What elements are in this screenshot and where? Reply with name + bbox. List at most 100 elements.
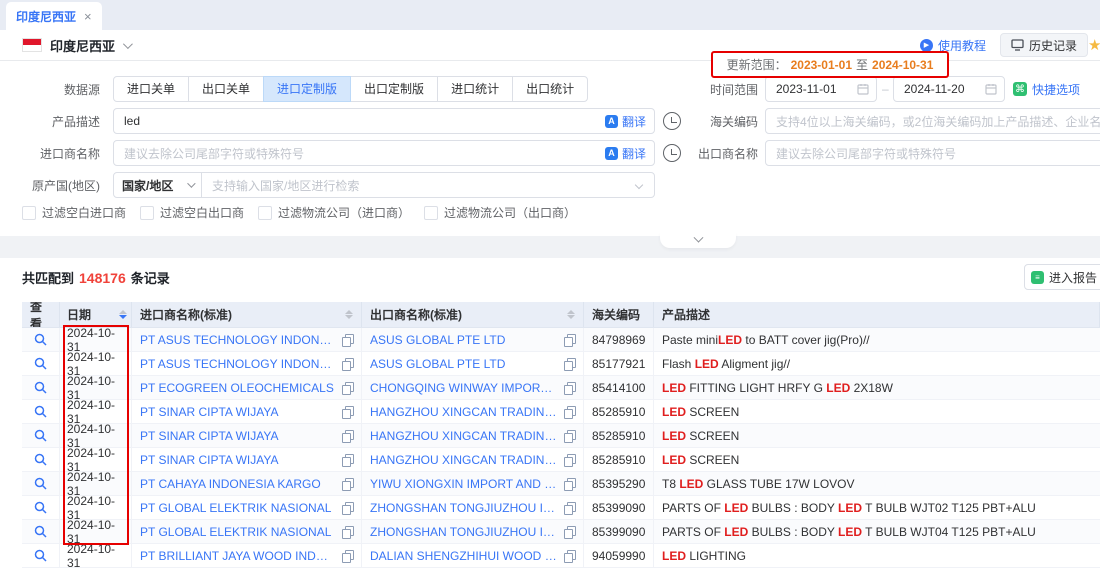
copy-icon[interactable] [342,430,353,442]
close-icon[interactable]: × [84,9,92,24]
history-button[interactable]: 历史记录 [1000,33,1088,57]
copy-icon[interactable] [564,454,575,466]
copy-icon[interactable] [342,526,353,538]
importer-link[interactable]: PT GLOBAL ELEKTRIK NASIONAL [140,525,336,539]
copy-icon[interactable] [342,382,353,394]
copy-icon[interactable] [342,454,353,466]
copy-icon[interactable] [564,550,575,562]
importer-link[interactable]: PT CAHAYA INDONESIA KARGO [140,477,336,491]
star-icon[interactable]: ★ [1088,36,1100,54]
copy-icon[interactable] [564,430,575,442]
tab-import-custom[interactable]: 进口定制版 [263,76,351,102]
translate-button[interactable]: A 翻译 [605,141,646,165]
checkbox-filter-logistics-importer[interactable]: 过滤物流公司（进口商） [258,204,410,221]
exporter-link[interactable]: HANGZHOU XINGCAN TRADING CO LTD [370,429,558,443]
view-detail-icon[interactable] [34,453,47,466]
copy-icon[interactable] [564,406,575,418]
product-desc-input[interactable]: led A 翻译 [113,108,655,134]
view-cell [22,328,60,351]
translate-icon: A [605,115,618,128]
importer-link[interactable]: PT ASUS TECHNOLOGY INDONESIA BA... [140,357,336,371]
view-detail-icon[interactable] [34,405,47,418]
hs-code-input[interactable]: 支持4位以上海关编码，或2位海关编码加上产品描述、企业名称的任意信息 [765,108,1100,134]
sort-icon[interactable] [345,310,353,319]
copy-icon[interactable] [342,334,353,346]
tab-export-custom[interactable]: 出口定制版 [350,76,438,102]
copy-icon[interactable] [564,382,575,394]
exporter-link[interactable]: HANGZHOU XINGCAN TRADING CO LTD [370,453,558,467]
importer-link[interactable]: PT ASUS TECHNOLOGY INDONESIA BA... [140,333,336,347]
view-detail-icon[interactable] [34,477,47,490]
checkbox-filter-blank-importer[interactable]: 过滤空白进口商 [22,204,126,221]
translate-button[interactable]: A 翻译 [605,109,646,133]
header-importer[interactable]: 进口商名称(标准) [132,302,362,327]
header-exporter[interactable]: 出口商名称(标准) [362,302,584,327]
view-detail-icon[interactable] [34,525,47,538]
copy-icon[interactable] [564,478,575,490]
copy-icon[interactable] [342,406,353,418]
exporter-input[interactable]: 建议去除公司尾部字符或特殊符号 [765,140,1100,166]
copy-icon[interactable] [564,334,575,346]
importer-cell: PT SINAR CIPTA WIJAYA [132,400,362,423]
country-selector[interactable]: 印度尼西亚 [22,34,130,56]
view-detail-icon[interactable] [34,429,47,442]
importer-input[interactable]: 建议去除公司尾部字符或特殊符号 A 翻译 [113,140,655,166]
quick-options-button[interactable]: ⌘ 快捷选项 [1013,81,1080,98]
copy-icon[interactable] [342,502,353,514]
tab-indonesia[interactable]: 印度尼西亚 × [6,2,102,30]
sort-icon[interactable] [567,310,575,319]
chevron-down-icon [187,179,195,187]
monitor-icon [1011,39,1024,51]
header-date[interactable]: 日期 [60,302,132,327]
exporter-link[interactable]: ZHONGSHAN TONGJIUZHOU INTERNA... [370,501,558,515]
copy-icon[interactable] [564,358,575,370]
exporter-link[interactable]: HANGZHOU XINGCAN TRADING CO LTD [370,405,558,419]
collapse-form-handle[interactable] [660,232,736,248]
date-to-input[interactable]: 2024-11-20 [893,76,1005,102]
importer-link[interactable]: PT SINAR CIPTA WIJAYA [140,429,336,443]
date-cell: 2024-10-31 [60,352,132,375]
update-range-from: 2023-01-01 [791,58,852,72]
annotation-update-range: 更新范围： 2023-01-01 至 2024-10-31 [711,51,949,78]
results-panel: 共匹配到 148176 条记录 ≡ 进入报告 查看 日期 进口商名称(标准) 出… [0,258,1100,569]
importer-link[interactable]: PT ECOGREEN OLEOCHEMICALS [140,381,336,395]
hs-code-cell: 85399090 [584,520,654,543]
exporter-link[interactable]: ASUS GLOBAL PTE LTD [370,357,558,371]
origin-country-select[interactable]: 国家/地区 支持输入国家/地区进行检索 [113,172,655,198]
tab-import-declarations[interactable]: 进口关单 [113,76,189,102]
tab-export-declarations[interactable]: 出口关单 [188,76,264,102]
chevron-down-icon [123,39,133,49]
checkbox-filter-logistics-exporter[interactable]: 过滤物流公司（出口商） [424,204,576,221]
exporter-link[interactable]: CHONGQING WINWAY IMPORT AND E... [370,381,558,395]
chevron-down-icon [635,181,643,189]
view-detail-icon[interactable] [34,333,47,346]
report-icon: ≡ [1031,271,1044,284]
view-detail-icon[interactable] [34,357,47,370]
tab-export-statistics[interactable]: 出口统计 [512,76,588,102]
exporter-link[interactable]: YIWU XIONGXIN IMPORT AND EXPORT... [370,477,558,491]
copy-icon[interactable] [564,526,575,538]
importer-link[interactable]: PT SINAR CIPTA WIJAYA [140,405,336,419]
exporter-link[interactable]: ASUS GLOBAL PTE LTD [370,333,558,347]
importer-link[interactable]: PT BRILLIANT JAYA WOOD INDUSTRY [140,549,336,563]
view-detail-icon[interactable] [34,381,47,394]
copy-icon[interactable] [342,358,353,370]
table-row: 2024-10-31 PT SINAR CIPTA WIJAYA HANGZHO… [22,448,1100,472]
copy-icon[interactable] [342,478,353,490]
importer-link[interactable]: PT GLOBAL ELEKTRIK NASIONAL [140,501,336,515]
view-detail-icon[interactable] [34,501,47,514]
enter-report-button[interactable]: ≡ 进入报告 [1024,264,1100,290]
exporter-link[interactable]: DALIAN SHENGZHIHUI WOOD INDUST... [370,549,558,563]
checkbox-filter-blank-exporter[interactable]: 过滤空白出口商 [140,204,244,221]
records-table: 查看 日期 进口商名称(标准) 出口商名称(标准) 海关编码 产品描述 [22,302,1100,568]
tab-import-statistics[interactable]: 进口统计 [437,76,513,102]
importer-link[interactable]: PT SINAR CIPTA WIJAYA [140,453,336,467]
origin-type-dropdown[interactable]: 国家/地区 [114,173,202,197]
exporter-link[interactable]: ZHONGSHAN TONGJIUZHOU INTERNA... [370,525,558,539]
copy-icon[interactable] [342,550,353,562]
copy-icon[interactable] [564,502,575,514]
record-date: 2024-10-31 [67,520,127,543]
date-from-input[interactable]: 2023-11-01 [765,76,877,102]
view-detail-icon[interactable] [34,549,47,562]
sort-icon[interactable] [119,310,127,319]
